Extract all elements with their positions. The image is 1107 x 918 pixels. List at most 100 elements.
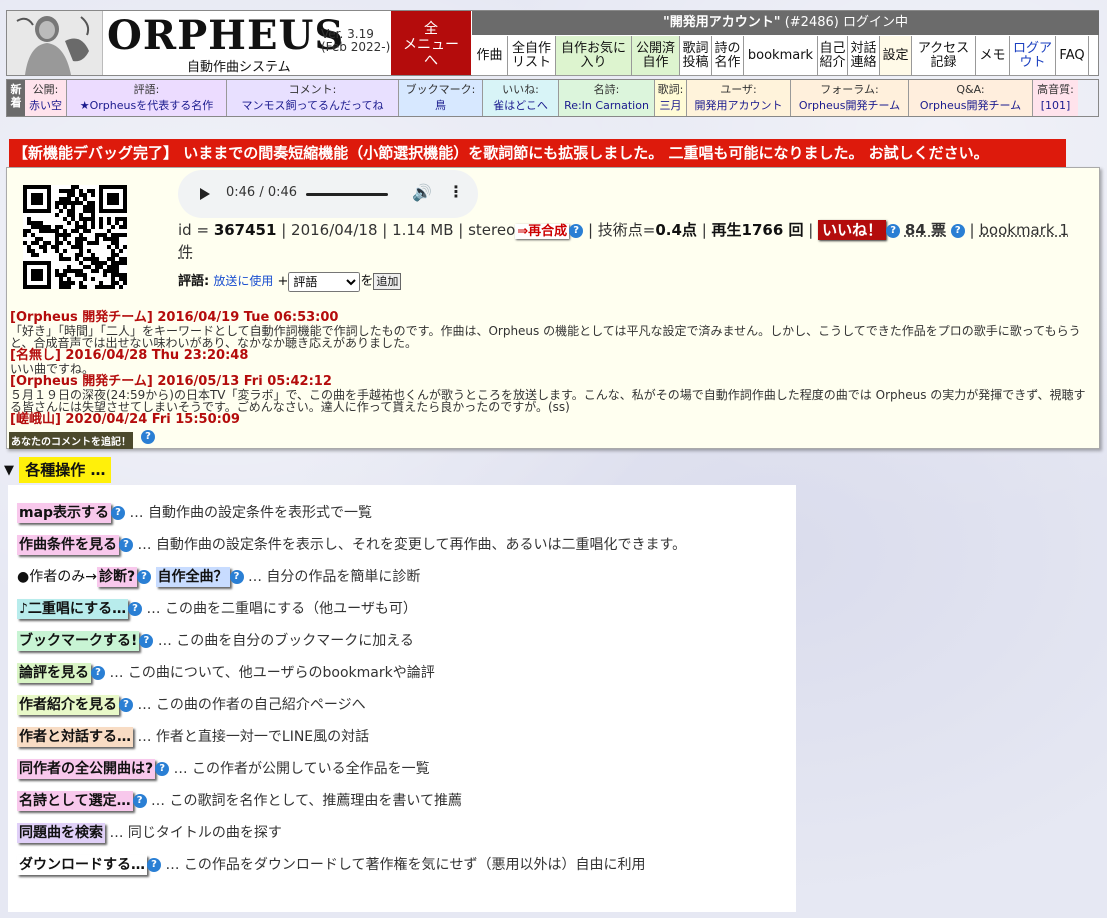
- diagnose-button[interactable]: 診断?: [96, 567, 138, 587]
- version-date: (Feb 2022-): [321, 40, 391, 54]
- operations-panel: map表示する? … 自動作曲の設定条件を表形式で一覧 作曲条件を見る? … 自…: [8, 485, 796, 912]
- new-comment-label: コメント:: [288, 83, 337, 96]
- nav-access-log[interactable]: アクセス記録: [912, 36, 976, 76]
- new-comment[interactable]: コメント: マンモス飼ってるんだってね: [227, 80, 399, 116]
- new-review-value[interactable]: ★Orpheusを代表する名作: [67, 98, 226, 114]
- new-review-label: 評語:: [133, 83, 160, 96]
- new-user-value[interactable]: 開発用アカウント: [687, 98, 790, 114]
- nav-published[interactable]: 公開済自作: [632, 36, 680, 76]
- compose-conditions-button[interactable]: 作曲条件を見る: [17, 535, 119, 555]
- new-poem[interactable]: 名詩: Re:In Carnation: [559, 80, 655, 116]
- new-published[interactable]: 公開: 赤い空: [25, 80, 67, 116]
- nav-memo[interactable]: メモ: [976, 36, 1010, 76]
- op-description: … 自動作曲の設定条件を表示し、それを変更して再作曲、あるいは二重唱化できます。: [137, 537, 687, 553]
- author-intro-button[interactable]: 作者紹介を見る: [17, 695, 119, 715]
- operations-header[interactable]: ▼ 各種操作 …: [4, 457, 112, 483]
- song-date: 2016/04/18: [291, 221, 378, 239]
- help-icon[interactable]: ?: [91, 666, 105, 680]
- logo-title[interactable]: ORPHEUS: [107, 15, 344, 57]
- talk-to-author-button[interactable]: 作者と対話する…: [17, 727, 133, 747]
- help-icon[interactable]: ?: [147, 858, 161, 872]
- nav-poem-masterpieces[interactable]: 詩の名作: [712, 36, 744, 76]
- help-icon[interactable]: ?: [132, 794, 147, 808]
- help-icon[interactable]: ?: [229, 570, 244, 584]
- new-qa-label: Q&A:: [956, 83, 985, 96]
- more-options-icon[interactable]: ⋮: [448, 182, 464, 201]
- op-row: ♪二重唱にする…? … この曲を二重唱にする（他ユーザも可）: [17, 597, 417, 621]
- new-user[interactable]: ユーザ: 開発用アカウント: [687, 80, 791, 116]
- help-icon[interactable]: ?: [155, 762, 170, 776]
- new-forum[interactable]: フォーラム: Orpheus開発チーム: [791, 80, 909, 116]
- help-icon[interactable]: ?: [119, 698, 133, 712]
- audio-progress-track[interactable]: [306, 193, 388, 196]
- comment-item: [Orpheus 開発チーム] 2016/04/19 Tue 06:53:00 …: [10, 311, 1097, 350]
- collapse-triangle-icon[interactable]: ▼: [4, 463, 14, 478]
- op-row: 作者と対話する… … 作者と直接一対一でLINE風の対話: [17, 725, 369, 749]
- new-lyrics[interactable]: 歌詞: 三月: [655, 80, 687, 116]
- select-as-masterpiece-button[interactable]: 名詩として選定…: [17, 791, 133, 811]
- new-lyrics-value[interactable]: 三月: [655, 98, 686, 114]
- help-icon[interactable]: ?: [139, 634, 154, 648]
- new-bookmark[interactable]: ブックマーク: 鳥: [399, 80, 483, 116]
- nav-self-intro[interactable]: 自己紹介: [818, 36, 848, 76]
- all-menu-button[interactable]: 全 メニュー へ: [391, 11, 471, 75]
- new-review[interactable]: 評語: ★Orpheusを代表する名作: [67, 80, 227, 116]
- nav-lyrics-post[interactable]: 歌詞投稿: [680, 36, 712, 76]
- add-review-button[interactable]: 追加: [373, 273, 402, 290]
- new-comment-value[interactable]: マンモス飼ってるんだってね: [227, 98, 398, 114]
- help-icon[interactable]: ?: [141, 430, 155, 444]
- nav-logout[interactable]: ログアウト: [1010, 36, 1056, 76]
- new-bookmark-value[interactable]: 鳥: [399, 98, 482, 114]
- help-icon[interactable]: ?: [111, 506, 126, 520]
- download-button[interactable]: ダウンロードする…: [17, 855, 147, 875]
- new-high-quality-value[interactable]: [101]: [1033, 98, 1078, 114]
- map-view-button[interactable]: map表示する: [17, 503, 112, 523]
- volume-icon[interactable]: 🔊: [412, 183, 432, 202]
- like-button[interactable]: いいね！: [818, 220, 887, 240]
- play-count: 再生1766 回: [711, 221, 804, 239]
- view-reviews-button[interactable]: 論評を見る: [17, 663, 91, 683]
- new-qa[interactable]: Q&A: Orpheus開発チーム: [909, 80, 1033, 116]
- new-bookmark-label: ブックマーク:: [405, 83, 476, 96]
- nav-bookmark[interactable]: bookmark: [744, 36, 818, 76]
- help-icon[interactable]: ?: [886, 224, 901, 238]
- play-icon[interactable]: [200, 188, 210, 200]
- help-icon[interactable]: ?: [950, 224, 965, 238]
- nav-own-favorites[interactable]: 自作お気に入り: [556, 36, 632, 76]
- new-published-value[interactable]: 赤い空: [25, 98, 66, 114]
- main-nav: 作曲 全自作リスト 自作お気に入り 公開済自作 歌詞投稿 詩の名作 bookma…: [472, 36, 1099, 76]
- new-poem-value[interactable]: Re:In Carnation: [559, 98, 654, 114]
- all-own-songs-button[interactable]: 自作全曲？: [155, 567, 230, 587]
- help-icon[interactable]: ?: [137, 570, 152, 584]
- song-id-label: id =: [178, 221, 210, 239]
- vote-count[interactable]: 84 票: [905, 221, 946, 239]
- new-high-quality[interactable]: 高音質: [101]: [1033, 80, 1078, 116]
- nav-own-list[interactable]: 全自作リスト: [508, 36, 556, 76]
- op-description: … この曲の作者の自己紹介ページへ: [137, 697, 366, 713]
- broadcast-link[interactable]: 放送に使用: [213, 274, 273, 288]
- op-row: ブックマークする!? … この曲を自分のブックマークに加える: [17, 629, 414, 653]
- nav-compose[interactable]: 作曲: [472, 36, 508, 76]
- orpheus-statue-logo[interactable]: [7, 11, 103, 75]
- new-forum-value[interactable]: Orpheus開発チーム: [791, 98, 908, 114]
- nav-faq[interactable]: FAQ: [1056, 36, 1089, 76]
- new-like[interactable]: いいね: 雀はどこへ: [483, 80, 559, 116]
- help-icon[interactable]: ?: [569, 224, 584, 238]
- op-row: 論評を見る? … この曲について、他ユーザらのbookmarkや論評: [17, 661, 435, 685]
- nav-dialog[interactable]: 対話連絡: [848, 36, 880, 76]
- search-same-title-button[interactable]: 同題曲を検索: [17, 823, 105, 843]
- add-comment-button[interactable]: あなたのコメントを追記！: [9, 432, 133, 449]
- bookmark-button[interactable]: ブックマークする!: [17, 631, 140, 651]
- comment-header: [Orpheus 開発チーム] 2016/05/13 Fri 05:42:12: [10, 374, 332, 389]
- nav-settings[interactable]: 設定: [880, 36, 912, 76]
- author-all-songs-button[interactable]: 同作者の全公開曲は?: [17, 759, 156, 779]
- review-select[interactable]: 評語: [288, 271, 361, 292]
- help-icon[interactable]: ?: [119, 538, 133, 552]
- new-like-value[interactable]: 雀はどこへ: [483, 98, 558, 114]
- help-icon[interactable]: ?: [128, 602, 143, 616]
- op-description: … 自動作曲の設定条件を表形式で一覧: [129, 505, 372, 521]
- duet-button[interactable]: ♪二重唱にする…: [17, 599, 129, 619]
- new-qa-value[interactable]: Orpheus開発チーム: [909, 98, 1032, 114]
- new-like-label: いいね:: [502, 83, 539, 96]
- resynth-button[interactable]: ⇒再合成: [515, 224, 570, 239]
